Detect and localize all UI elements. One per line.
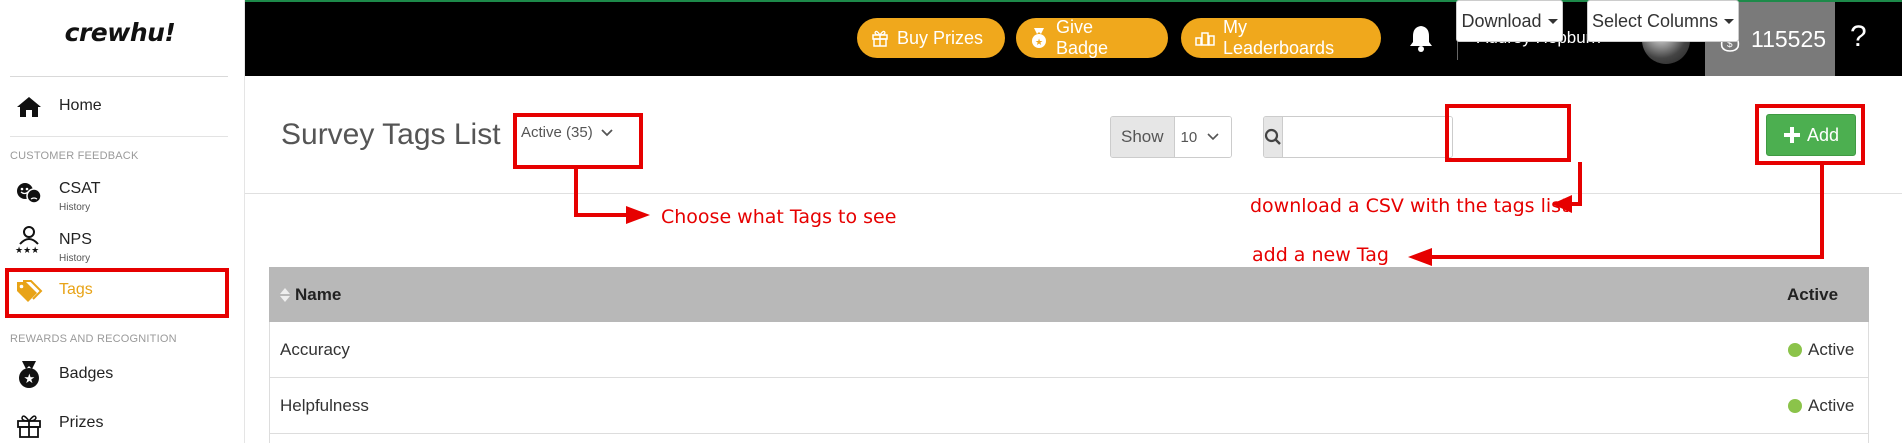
- annotation-choose-tags: Choose what Tags to see: [661, 206, 897, 228]
- sort-icon: [280, 287, 290, 302]
- table-row[interactable]: Helpfulness Active: [269, 378, 1869, 434]
- status-dot: [1788, 342, 1802, 357]
- annotation-add-tag: add a new Tag: [1252, 244, 1389, 266]
- cell-status: Active: [1788, 340, 1854, 360]
- cell-name[interactable]: Helpfulness: [280, 396, 369, 416]
- table-row[interactable]: [269, 434, 1869, 443]
- tags-table: Name Active Accuracy Active Helpfulness …: [269, 267, 1869, 443]
- table-header: Name Active: [269, 267, 1869, 322]
- status-dot: [1788, 398, 1802, 413]
- annotation-download-csv: download a CSV with the tags list: [1250, 195, 1569, 217]
- app-root: crewhu! Home CUSTOMER FEEDBACK CSAT Hist…: [0, 0, 1902, 443]
- column-header-active[interactable]: Active: [1787, 285, 1838, 305]
- column-header-name[interactable]: Name: [279, 285, 341, 305]
- status-text: Active: [1808, 339, 1855, 359]
- table-row[interactable]: Accuracy Active: [269, 322, 1869, 378]
- cell-status: Active: [1788, 396, 1854, 416]
- status-text: Active: [1808, 395, 1855, 415]
- cell-name[interactable]: Accuracy: [280, 340, 350, 360]
- column-header-name-label: Name: [295, 284, 342, 304]
